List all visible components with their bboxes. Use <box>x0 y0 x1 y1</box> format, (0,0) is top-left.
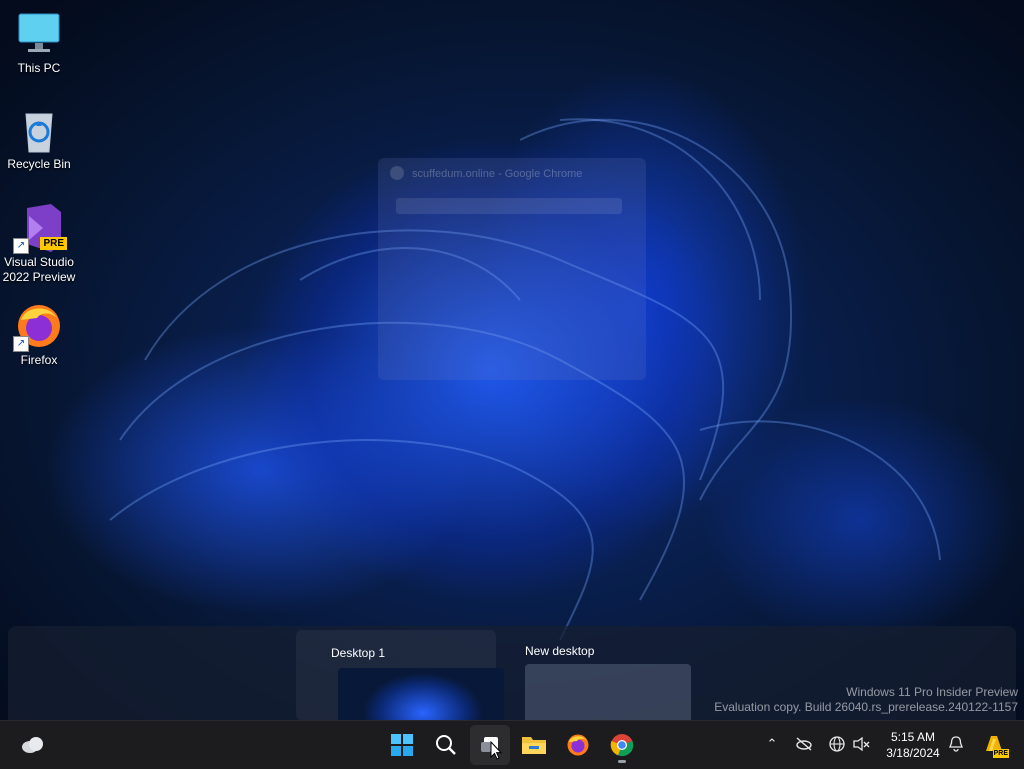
search-button[interactable] <box>426 725 466 765</box>
show-hidden-icons-chevron-icon[interactable]: ⌃ <box>763 735 781 753</box>
desktop-icon-this-pc[interactable]: This PC <box>1 10 77 76</box>
chrome-taskbar-button[interactable] <box>602 725 642 765</box>
desktop-icon-label: Firefox <box>20 353 58 367</box>
chrome-icon <box>390 166 404 180</box>
desktop-icon-label: Visual Studio 2022 Preview <box>2 255 76 284</box>
firefox-icon: ↗ <box>13 302 63 352</box>
network-globe-icon[interactable] <box>828 735 846 753</box>
address-bar <box>396 198 622 214</box>
chrome-icon <box>610 734 634 757</box>
notification-bell-icon[interactable] <box>947 735 965 753</box>
shortcut-arrow-icon: ↗ <box>13 336 29 352</box>
running-indicator <box>618 760 626 763</box>
file-explorer-button[interactable] <box>514 725 554 765</box>
file-explorer-icon <box>522 737 546 754</box>
weather-widget-button[interactable] <box>13 725 53 765</box>
watermark-line-1: Windows 11 Pro Insider Preview <box>846 685 1018 699</box>
clock-time: 5:15 AM <box>890 730 936 744</box>
new-desktop-thumbnail <box>525 664 691 724</box>
desktop-icon-visual-studio[interactable]: PRE ↗ Visual Studio 2022 Preview <box>1 204 77 285</box>
desktop-icon-label: This PC <box>17 61 61 75</box>
evaluation-watermark: Windows 11 Pro Insider Preview Evaluatio… <box>714 685 1018 715</box>
desktop-thumbnail <box>338 668 504 728</box>
onedrive-offline-icon[interactable] <box>795 735 813 753</box>
monitor-icon <box>15 10 63 58</box>
virtual-desktop-1[interactable]: Desktop 1 <box>296 630 504 728</box>
weather-cloud-icon <box>22 737 43 753</box>
recycle-bin-icon <box>15 106 63 154</box>
speaker-muted-icon[interactable] <box>853 735 871 753</box>
desktop-icon-firefox[interactable]: ↗ Firefox <box>1 302 77 368</box>
copilot-preview-button[interactable]: PRE <box>982 732 1009 758</box>
search-icon <box>436 735 456 755</box>
virtual-desktop-name: Desktop 1 <box>331 646 386 660</box>
start-button[interactable] <box>382 725 422 765</box>
pre-badge: PRE <box>40 237 67 250</box>
start-icon <box>391 734 413 756</box>
firefox-taskbar-button[interactable] <box>558 725 598 765</box>
mouse-cursor-icon <box>490 740 503 765</box>
desktop-icon-recycle-bin[interactable]: Recycle Bin <box>1 106 77 172</box>
visual-studio-preview-icon: PRE ↗ <box>13 204 67 254</box>
clock-date: 3/18/2024 <box>886 746 940 760</box>
watermark-line-2: Evaluation copy. Build 26040.rs_prerelea… <box>714 700 1018 714</box>
taskbar: ⌃ 5:15 AM 3/18/2024 PRE <box>0 720 1024 769</box>
desktop-icon-label: Recycle Bin <box>7 157 71 171</box>
window-preview-ghost: scuffedum.online - Google Chrome <box>378 158 646 380</box>
virtual-desktop-name: New desktop <box>525 644 595 658</box>
window-preview-title: scuffedum.online - Google Chrome <box>412 168 583 180</box>
shortcut-arrow-icon: ↗ <box>13 238 29 254</box>
clock[interactable]: 5:15 AM 3/18/2024 <box>878 729 948 761</box>
copilot-pre-badge: PRE <box>992 749 1009 758</box>
firefox-icon <box>567 734 589 756</box>
